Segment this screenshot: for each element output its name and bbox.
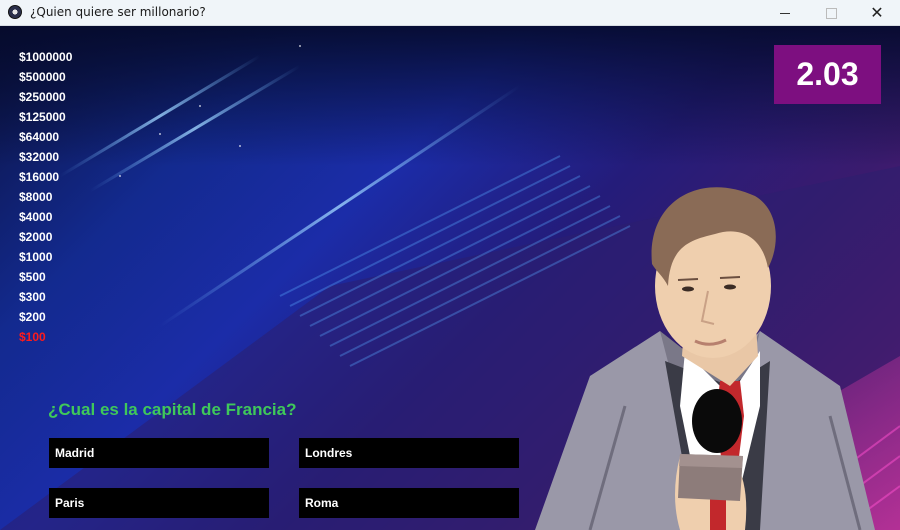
question-text: ¿Cual es la capital de Francia? xyxy=(48,400,297,419)
ladder-amount-current: $100 xyxy=(19,330,46,344)
app-icon xyxy=(8,5,22,19)
window-title: ¿Quien quiere ser millonario? xyxy=(30,5,206,19)
minimize-button[interactable] xyxy=(762,0,808,26)
ladder-amount: $64000 xyxy=(19,130,60,144)
ladder-amount: $8000 xyxy=(19,190,53,204)
ladder-amount: $16000 xyxy=(19,170,60,184)
ladder-amount: $32000 xyxy=(19,150,60,164)
prize-ladder: $1000000 $500000 $250000 $125000 $64000 … xyxy=(19,50,72,350)
answer-button-d[interactable]: Roma xyxy=(299,488,519,518)
minimize-icon xyxy=(780,12,790,14)
close-icon: ✕ xyxy=(870,3,884,22)
answer-label: Paris xyxy=(55,496,85,510)
answer-button-c[interactable]: Paris xyxy=(49,488,269,518)
answer-button-b[interactable]: Londres xyxy=(299,438,519,468)
ladder-amount: $500000 xyxy=(19,70,66,84)
maximize-icon xyxy=(825,7,837,19)
ladder-amount: $200 xyxy=(19,310,46,324)
ladder-amount: $125000 xyxy=(19,110,66,124)
game-window: ¿Quien quiere ser millonario? ✕ $1000000… xyxy=(0,0,900,530)
ladder-amount: $300 xyxy=(19,290,46,304)
answer-label: Londres xyxy=(305,446,353,460)
close-button[interactable]: ✕ xyxy=(854,0,900,26)
ladder-amount: $500 xyxy=(19,270,46,284)
ladder-amount: $4000 xyxy=(19,210,53,224)
answer-label: Madrid xyxy=(55,446,95,460)
answer-button-a[interactable]: Madrid xyxy=(49,438,269,468)
timer-display: 2.03 xyxy=(774,45,881,104)
maximize-button[interactable] xyxy=(808,0,854,26)
host-with-microphone-icon xyxy=(535,187,875,530)
ladder-amount: $2000 xyxy=(19,230,53,244)
title-bar[interactable]: ¿Quien quiere ser millonario? ✕ xyxy=(0,0,900,26)
answer-label: Roma xyxy=(305,496,339,510)
ladder-amount: $1000 xyxy=(19,250,53,264)
ladder-amount: $250000 xyxy=(19,90,66,104)
game-stage: $1000000 $500000 $250000 $125000 $64000 … xyxy=(0,26,900,530)
ladder-amount: $1000000 xyxy=(19,50,73,64)
